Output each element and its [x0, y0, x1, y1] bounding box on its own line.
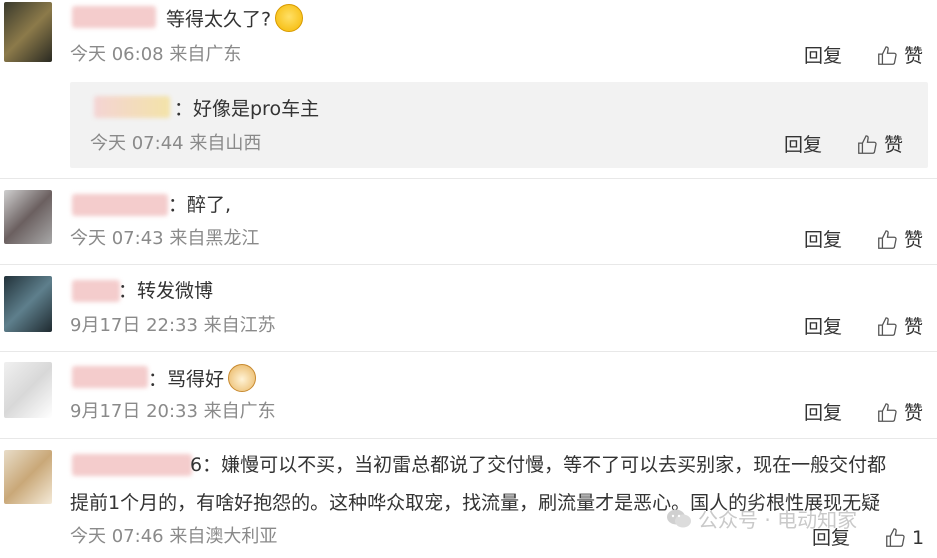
reply-button[interactable]: 回复: [804, 228, 842, 252]
username-blurred[interactable]: [72, 454, 192, 476]
divider: [0, 351, 937, 352]
doge-emoji: [228, 364, 257, 392]
comment-meta: 今天 07:46 来自澳大利亚: [70, 526, 278, 547]
username-blurred[interactable]: [72, 6, 156, 28]
comment-meta: 9月17日 22:33 来自江苏: [70, 315, 276, 336]
divider: [0, 178, 937, 179]
reply-button[interactable]: 回复: [804, 44, 842, 68]
like-button[interactable]: 1: [884, 526, 924, 550]
thumbs-up-icon: [886, 528, 905, 547]
username-blurred[interactable]: [94, 96, 170, 118]
avatar[interactable]: [4, 190, 52, 244]
comment-meta: 今天 07:44 来自山西: [90, 133, 262, 154]
username-blurred[interactable]: [72, 366, 148, 388]
like-button[interactable]: 赞: [876, 228, 923, 252]
laugh-cry-emoji: [275, 4, 304, 32]
username-blurred[interactable]: [72, 280, 120, 302]
watermark: 公众号 · 电动知家: [666, 504, 857, 533]
comment-text: ：好像是pro车主: [174, 98, 320, 120]
comment-text-line1: 6：嫌慢可以不买，当初雷总都说了交付慢，等不了可以去买别家，现在一般交付都: [190, 454, 887, 476]
thumbs-up-icon: [878, 403, 897, 422]
thumbs-up-icon: [878, 317, 897, 336]
reply-button[interactable]: 回复: [804, 315, 842, 339]
avatar[interactable]: [4, 276, 52, 332]
comment-meta: 9月17日 20:33 来自广东: [70, 401, 276, 422]
wechat-icon: [667, 509, 691, 527]
reply-button[interactable]: 回复: [804, 401, 842, 425]
comment-text: ：转发微博: [118, 280, 214, 302]
avatar[interactable]: [4, 2, 52, 62]
like-button[interactable]: 赞: [876, 401, 923, 425]
comment-text: 等得太久了?: [166, 4, 304, 34]
like-button[interactable]: 赞: [876, 44, 923, 68]
comment-meta: 今天 07:43 来自黑龙江: [70, 228, 260, 249]
comment-text: ：骂得好: [148, 364, 257, 394]
comment-meta: 今天 06:08 来自广东: [70, 44, 242, 65]
avatar[interactable]: [4, 362, 52, 418]
thumbs-up-icon: [878, 46, 897, 65]
divider: [0, 264, 937, 265]
username-blurred[interactable]: [72, 194, 168, 216]
thumbs-up-icon: [878, 230, 897, 249]
avatar[interactable]: [4, 450, 52, 504]
thumbs-up-icon: [858, 135, 877, 154]
like-button[interactable]: 赞: [856, 133, 903, 157]
divider: [0, 438, 937, 439]
reply-button[interactable]: 回复: [784, 133, 822, 157]
like-button[interactable]: 赞: [876, 315, 923, 339]
comment-text: ：醉了,: [168, 194, 232, 216]
